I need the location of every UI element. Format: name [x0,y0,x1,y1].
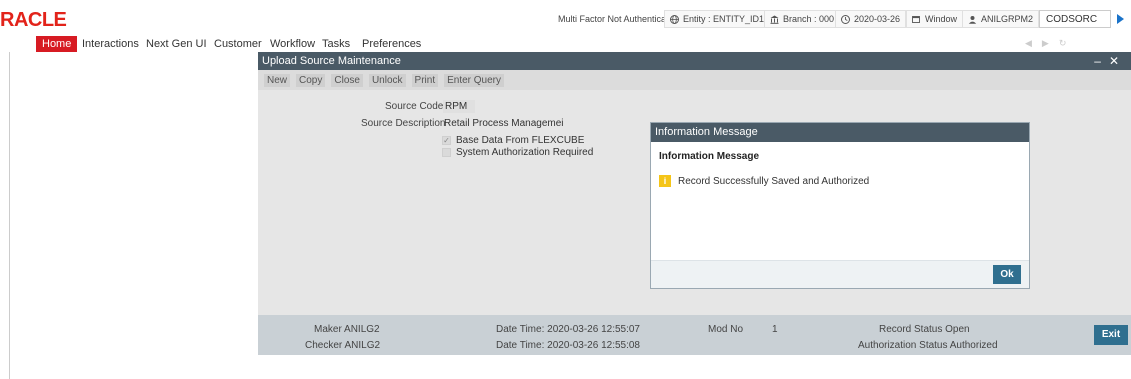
unlock-button[interactable]: Unlock [368,73,406,87]
back-arrow-icon[interactable]: ◀ [1025,38,1042,48]
date-label: 2020-03-26 [854,14,901,24]
source-description-input[interactable]: Retail Process Managemei [444,118,564,129]
user-icon [968,15,977,24]
menu-next-gen-ui[interactable]: Next Gen UI [140,36,213,52]
menu-tasks[interactable]: Tasks [316,36,356,52]
record-status-label: Record Status [879,324,943,335]
checker-value: ANILG2 [344,340,381,351]
sys-auth-checkbox[interactable] [442,148,451,157]
enter-query-button[interactable]: Enter Query [444,73,505,87]
mfa-status: Multi Factor Not Authenticated [558,14,679,24]
maker-field: Maker ANILG2 [314,324,380,335]
dialog-heading: Information Message [659,151,760,162]
checker-datetime-label: Date Time: [496,340,545,351]
info-icon: i [659,175,671,187]
base-data-label: Base Data From FLEXCUBE [456,135,585,146]
record-status-field: Record Status Open [879,324,970,335]
checker-datetime-value: 2020-03-26 12:55:08 [547,340,640,351]
nav-arrows[interactable]: ◀▶↻ [1025,38,1076,49]
forward-arrow-icon[interactable]: ▶ [1042,38,1059,48]
base-data-checkbox[interactable]: ✓ [442,136,451,145]
sys-auth-row: System Authorization Required [442,147,593,158]
entity-label: Entity : ENTITY_ID1 [683,14,765,24]
menu-customer[interactable]: Customer [208,36,268,52]
window-title-bar: Upload Source Maintenance [258,52,1131,70]
checker-datetime-field: Date Time: 2020-03-26 12:55:08 [496,340,640,351]
maker-label: Maker [314,324,342,335]
user-label: ANILGRPM2 [981,14,1034,24]
maker-datetime-field: Date Time: 2020-03-26 12:55:07 [496,324,640,335]
window-title: Upload Source Maintenance [262,55,401,67]
maker-datetime-value: 2020-03-26 12:55:07 [547,324,640,335]
copy-button[interactable]: Copy [296,73,326,87]
auth-status-field: Authorization Status Authorized [858,340,998,351]
window-icon [912,15,921,24]
close-button[interactable]: Close [331,73,363,87]
window-toolbar: New Copy Close Unlock Print Enter Query [258,70,1131,90]
auth-status-label: Authorization Status [858,340,948,351]
menu-preferences[interactable]: Preferences [356,36,427,52]
user-button[interactable]: ANILGRPM2 [962,10,1040,28]
branch-button[interactable]: Branch : 000 [764,10,841,28]
entity-button[interactable]: Entity : ENTITY_ID1 [664,10,771,28]
dialog-message-row: i Record Successfully Saved and Authoriz… [659,175,869,187]
menu-workflow[interactable]: Workflow [264,36,321,52]
clock-icon [841,14,850,24]
base-data-row: ✓ Base Data From FLEXCUBE [442,135,584,146]
close-icon[interactable]: ✕ [1109,54,1127,68]
window-button[interactable]: Window [906,10,964,28]
audit-footer: Maker ANILG2 Checker ANILG2 Date Time: 2… [258,315,1131,355]
dialog-title: Information Message [655,126,758,138]
main-menu: Home Interactions Next Gen UI Customer W… [0,36,1131,52]
auth-status-value: Authorized [949,340,998,351]
refresh-icon[interactable]: ↻ [1059,38,1077,48]
globe-icon [670,14,679,24]
branch-label: Branch : 000 [783,14,835,24]
dialog-title-bar: Information Message [651,123,1029,142]
top-header: RACLE Multi Factor Not Authenticated Ent… [0,0,1131,36]
left-divider [9,52,10,379]
mod-no-value: 1 [772,324,778,335]
record-status-value: Open [945,324,970,335]
mfa-status-label: Multi Factor Not Authenticated [558,14,679,24]
window-controls[interactable]: –✕ [1094,52,1127,70]
ok-button[interactable]: Ok [993,265,1021,284]
exit-button[interactable]: Exit [1094,325,1128,345]
source-code-label: Source Code * [385,101,450,112]
menu-interactions[interactable]: Interactions [76,36,145,52]
information-dialog: Information Message Information Message … [650,122,1030,289]
maker-datetime-label: Date Time: [496,324,545,335]
checker-field: Checker ANILG2 [305,340,380,351]
menu-home[interactable]: Home [36,36,78,52]
dialog-footer: Ok [651,260,1029,288]
source-code-label-text: Source Code [385,101,444,112]
checker-label: Checker [305,340,343,351]
maker-value: ANILG2 [344,324,380,335]
dialog-message: Record Successfully Saved and Authorized [678,175,870,187]
bank-icon [770,15,779,24]
oracle-logo: RACLE [0,9,67,31]
sys-auth-label: System Authorization Required [456,147,594,158]
source-code-input[interactable]: RPM [443,100,475,113]
minimize-icon[interactable]: – [1094,54,1109,68]
date-button[interactable]: 2020-03-26 [835,10,907,28]
print-button[interactable]: Print [411,73,439,87]
play-icon[interactable] [1117,14,1124,24]
mod-no-label: Mod No [708,324,744,335]
environment-select[interactable]: CODSORC [1039,10,1111,28]
new-button[interactable]: New [264,73,291,87]
source-description-label: Source Description [361,118,446,129]
window-label: Window [925,14,958,24]
